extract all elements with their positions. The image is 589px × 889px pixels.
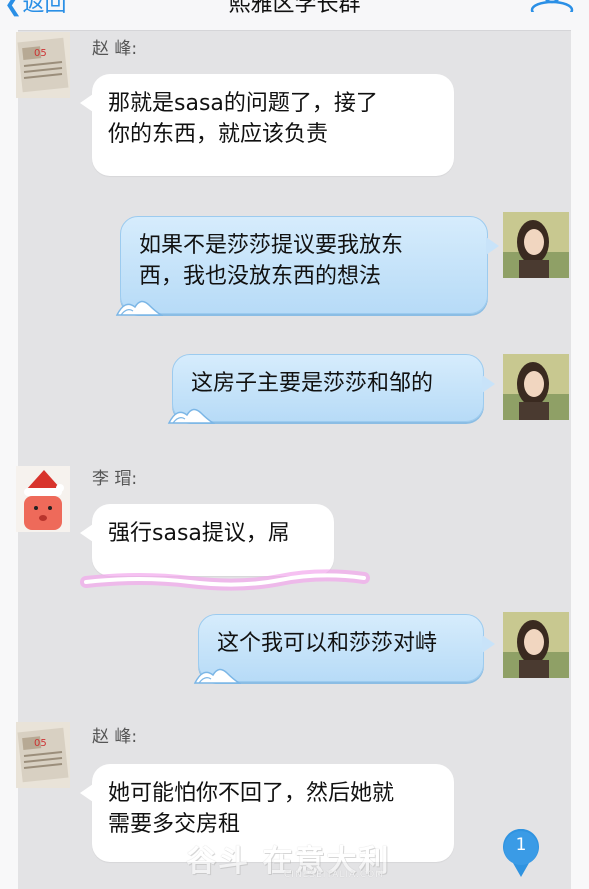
newspaper-avatar[interactable]: 05 [16, 722, 70, 788]
newspaper-avatar[interactable]: 05 [16, 32, 70, 98]
message-bubble[interactable]: 如果不是莎莎提议要我放东 西，我也没放东西的想法 [115, 216, 499, 316]
message-line: 这房子主要是莎莎和邹的 [191, 371, 434, 396]
wave-decoration-icon [115, 300, 163, 316]
message-line: 西，我也没放东西的想法 [139, 264, 382, 289]
chat-title: 熙雅区学长群 [228, 0, 361, 17]
unread-badge[interactable]: 1 [500, 829, 542, 879]
chat-header: ❮返回 熙雅区学长群 [0, 0, 589, 31]
message-line: 那就是sasa的问题了，接了 [108, 91, 378, 116]
sender-name: 赵 峰: [92, 727, 138, 747]
girl-photo-avatar[interactable] [503, 212, 569, 278]
message-bubble[interactable]: 那就是sasa的问题了，接了 你的东西，就应该负责 [80, 74, 454, 176]
message-bubble[interactable]: 这房子主要是莎莎和邹的 [167, 354, 495, 424]
message-line: 她可能怕你不回了，然后她就 [108, 781, 395, 806]
unread-count: 1 [515, 835, 527, 855]
svg-text:05: 05 [34, 738, 47, 749]
message-line: 你的东西，就应该负责 [108, 122, 329, 147]
right-margin [571, 30, 589, 889]
wave-decoration-icon [167, 408, 215, 424]
girl-photo-avatar[interactable] [503, 354, 569, 420]
watermark-sub: CINESEITALIA.COM [284, 870, 385, 880]
watermark: 谷斗 在意大利 CINESEITALIA.COM [186, 836, 406, 884]
message-line: 强行sasa提议，屌 [108, 521, 290, 546]
wave-decoration-icon [193, 668, 241, 684]
svg-text:05: 05 [34, 48, 47, 59]
message-bubble[interactable]: 这个我可以和莎莎对峙 [193, 614, 495, 684]
sender-name: 赵 峰: [92, 39, 138, 59]
highlight-underline [80, 569, 370, 591]
sender-name: 李 瑁: [92, 469, 138, 489]
message-line: 这个我可以和莎莎对峙 [217, 631, 438, 656]
group-members-icon[interactable] [529, 0, 575, 12]
girl-photo-avatar[interactable] [503, 612, 569, 678]
santa-avatar[interactable] [16, 466, 70, 532]
message-line: 如果不是莎莎提议要我放东 [139, 233, 404, 258]
